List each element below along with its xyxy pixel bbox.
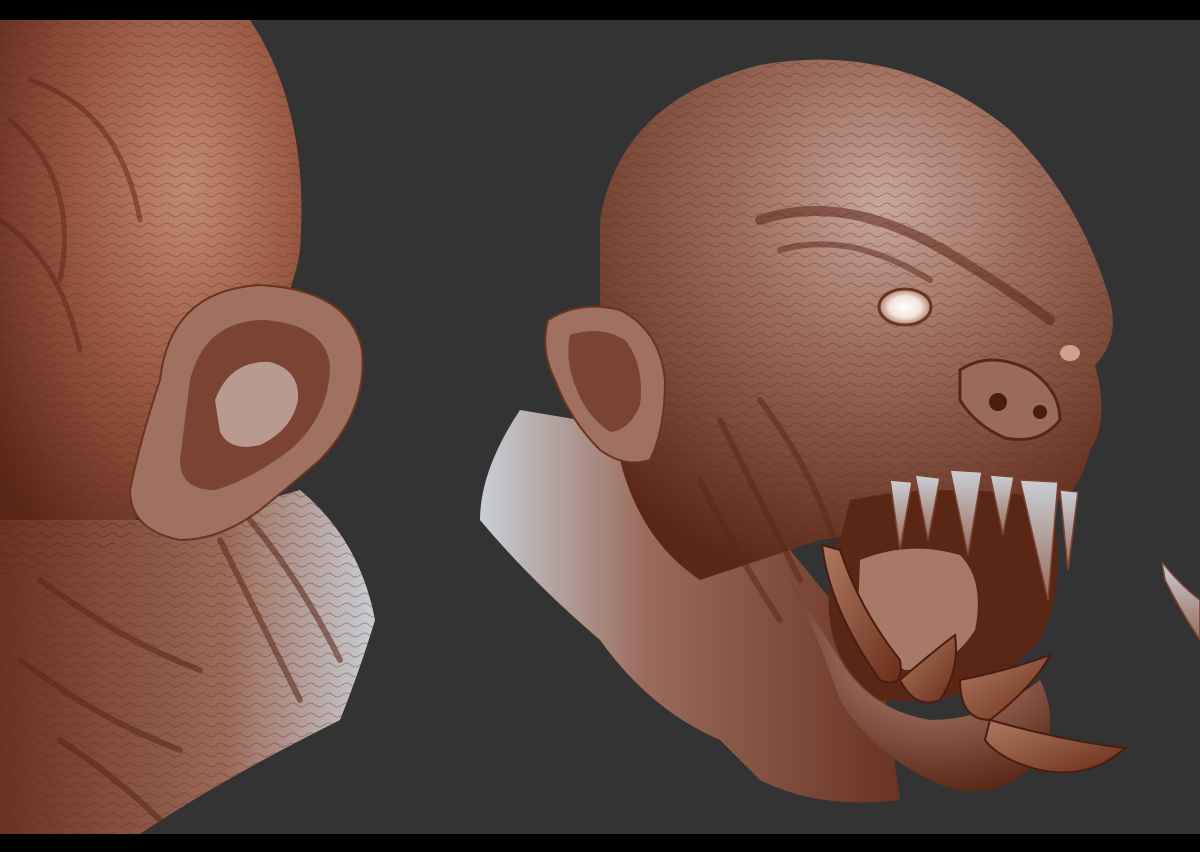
creature-head-partial-edge: [1161, 561, 1200, 642]
main-head-eye: [877, 287, 933, 327]
main-head-eye-far: [1060, 345, 1080, 361]
partial-head-tusk: [1161, 561, 1200, 642]
render-frame: [0, 0, 1200, 852]
sculpt-render: [0, 20, 1200, 834]
creature-head-three-quarter: [480, 59, 1128, 803]
creature-head-side-closeup: [0, 20, 375, 834]
sculpt-viewport: [0, 20, 1200, 834]
